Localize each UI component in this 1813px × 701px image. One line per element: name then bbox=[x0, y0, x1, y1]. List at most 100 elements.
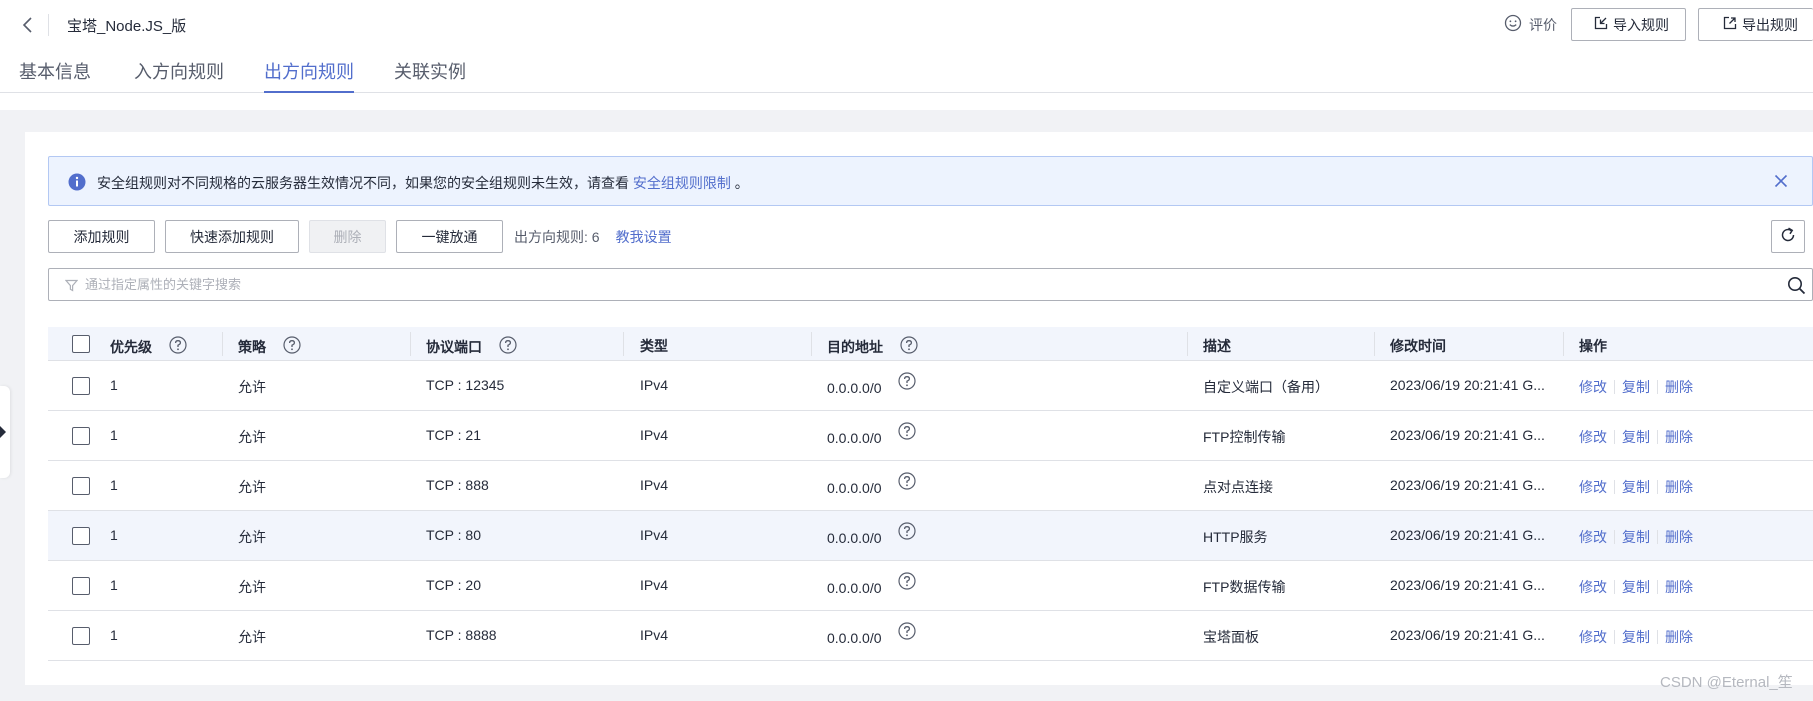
copy-link[interactable]: 复制 bbox=[1622, 627, 1650, 647]
delete-link[interactable]: 删除 bbox=[1665, 377, 1693, 397]
row-checkbox[interactable] bbox=[72, 377, 90, 395]
refresh-button[interactable] bbox=[1771, 220, 1805, 253]
table-row[interactable]: 1 允许 TCP : 20 IPv4 0.0.0.0/0 FTP数据传输 2023/06/1… bbox=[48, 561, 1813, 611]
delete-link[interactable]: 删除 bbox=[1665, 477, 1693, 497]
add-rule-button[interactable]: 添加规则 bbox=[48, 220, 155, 253]
question-icon[interactable] bbox=[898, 422, 916, 443]
cell-policy: 允许 bbox=[238, 379, 266, 395]
notice-link[interactable]: 安全组规则限制 bbox=[633, 175, 731, 191]
delete-link[interactable]: 删除 bbox=[1665, 527, 1693, 547]
edit-link[interactable]: 修改 bbox=[1579, 577, 1607, 597]
delete-link[interactable]: 删除 bbox=[1665, 577, 1693, 597]
action-divider bbox=[1614, 430, 1615, 444]
copy-link[interactable]: 复制 bbox=[1622, 477, 1650, 497]
delete-link[interactable]: 删除 bbox=[1665, 627, 1693, 647]
import-rules-button[interactable]: 导入规则 bbox=[1571, 8, 1686, 41]
header-policy-label: 策略 bbox=[238, 338, 266, 355]
action-divider bbox=[1614, 630, 1615, 644]
allow-all-button[interactable]: 一键放通 bbox=[396, 220, 503, 253]
rule-count: 出方向规则: 6 bbox=[514, 228, 600, 245]
help-link[interactable]: 教我设置 bbox=[616, 227, 672, 247]
cell-priority: 1 bbox=[110, 377, 118, 393]
quick-add-rule-button[interactable]: 快速添加规则 bbox=[165, 220, 299, 253]
edit-link[interactable]: 修改 bbox=[1579, 627, 1607, 647]
table-row[interactable]: 1 允许 TCP : 8888 IPv4 0.0.0.0/0 宝塔面板 2023/06/19… bbox=[48, 611, 1813, 661]
refresh-icon bbox=[1779, 226, 1797, 247]
cell-modified: 2023/06/19 20:21:41 G... bbox=[1390, 577, 1545, 593]
notice-text: 安全组规则对不同规格的云服务器生效情况不同，如果您的安全组规则未生效，请查看 安… bbox=[97, 173, 749, 193]
cell-policy: 允许 bbox=[238, 529, 266, 545]
cell-protocol-port: TCP : 12345 bbox=[426, 377, 505, 393]
action-divider bbox=[1614, 380, 1615, 394]
search-icon[interactable] bbox=[1787, 276, 1806, 298]
cell-modified: 2023/06/19 20:21:41 G... bbox=[1390, 377, 1545, 393]
action-divider bbox=[1657, 530, 1658, 544]
cell-destination: 0.0.0.0/0 bbox=[827, 480, 882, 496]
edit-link[interactable]: 修改 bbox=[1579, 427, 1607, 447]
table-row[interactable]: 1 允许 TCP : 80 IPv4 0.0.0.0/0 HTTP服务 2023/06/19… bbox=[48, 511, 1813, 561]
cell-description: 点对点连接 bbox=[1203, 479, 1273, 495]
question-icon[interactable] bbox=[898, 572, 916, 593]
column-divider bbox=[811, 332, 812, 356]
row-checkbox[interactable] bbox=[72, 477, 90, 495]
table-row[interactable]: 1 允许 TCP : 888 IPv4 0.0.0.0/0 点对点连接 2023/06/19… bbox=[48, 461, 1813, 511]
action-divider bbox=[1657, 580, 1658, 594]
expand-arrow-icon[interactable] bbox=[0, 426, 6, 438]
table-row[interactable]: 1 允许 TCP : 21 IPv4 0.0.0.0/0 FTP控制传输 2023/06/1… bbox=[48, 411, 1813, 461]
header-description: 描述 bbox=[1203, 338, 1231, 354]
cell-destination: 0.0.0.0/0 bbox=[827, 380, 882, 396]
edit-link[interactable]: 修改 bbox=[1579, 527, 1607, 547]
cell-priority: 1 bbox=[110, 427, 118, 443]
question-icon[interactable] bbox=[898, 522, 916, 543]
header-priority-label: 优先级 bbox=[110, 338, 152, 355]
copy-link[interactable]: 复制 bbox=[1622, 427, 1650, 447]
table-row[interactable]: 1 允许 TCP : 12345 IPv4 0.0.0.0/0 自定义端口（备用） 2023… bbox=[48, 361, 1813, 411]
row-actions: 修改 复制 删除 bbox=[1579, 627, 1693, 647]
header-destination-label: 目的地址 bbox=[827, 338, 883, 355]
rate-link[interactable]: 评价 bbox=[1504, 14, 1557, 35]
row-checkbox[interactable] bbox=[72, 527, 90, 545]
question-icon[interactable] bbox=[283, 336, 301, 357]
export-rules-button[interactable]: 导出规则 bbox=[1698, 8, 1813, 41]
toolbar: 添加规则 快速添加规则 删除 一键放通 出方向规则: 6 教我设置 bbox=[48, 220, 672, 253]
column-divider bbox=[1187, 332, 1188, 356]
smile-icon bbox=[1504, 14, 1529, 35]
close-icon[interactable] bbox=[1774, 174, 1788, 191]
cell-destination: 0.0.0.0/0 bbox=[827, 530, 882, 546]
edit-link[interactable]: 修改 bbox=[1579, 477, 1607, 497]
select-all-checkbox[interactable] bbox=[72, 335, 90, 353]
table-header: 优先级 策略 协议端口 类型 目的地址 描述 修改时间 操作 bbox=[48, 327, 1813, 361]
question-icon[interactable] bbox=[898, 622, 916, 643]
delete-link[interactable]: 删除 bbox=[1665, 427, 1693, 447]
question-icon[interactable] bbox=[898, 372, 916, 393]
row-checkbox[interactable] bbox=[72, 627, 90, 645]
edit-link[interactable]: 修改 bbox=[1579, 377, 1607, 397]
info-icon bbox=[68, 173, 86, 194]
cell-modified: 2023/06/19 20:21:41 G... bbox=[1390, 427, 1545, 443]
export-label: 导出规则 bbox=[1742, 16, 1798, 33]
tab-inbound-rules[interactable]: 入方向规则 bbox=[134, 58, 224, 93]
search-input[interactable] bbox=[85, 272, 1765, 297]
question-icon[interactable] bbox=[499, 336, 517, 357]
tab-outbound-rules[interactable]: 出方向规则 bbox=[264, 58, 354, 93]
cell-protocol-port: TCP : 80 bbox=[426, 527, 481, 543]
copy-link[interactable]: 复制 bbox=[1622, 377, 1650, 397]
copy-link[interactable]: 复制 bbox=[1622, 577, 1650, 597]
row-actions: 修改 复制 删除 bbox=[1579, 477, 1693, 497]
delete-button[interactable]: 删除 bbox=[309, 220, 386, 253]
cell-modified: 2023/06/19 20:21:41 G... bbox=[1390, 527, 1545, 543]
copy-link[interactable]: 复制 bbox=[1622, 527, 1650, 547]
cell-description: FTP控制传输 bbox=[1203, 429, 1286, 445]
cell-destination: 0.0.0.0/0 bbox=[827, 430, 882, 446]
tab-basic-info[interactable]: 基本信息 bbox=[19, 58, 91, 93]
top-actions: 评价 导入规则 导出规则 bbox=[1504, 8, 1813, 41]
question-icon[interactable] bbox=[898, 472, 916, 493]
import-label: 导入规则 bbox=[1613, 16, 1669, 33]
row-checkbox[interactable] bbox=[72, 427, 90, 445]
row-checkbox[interactable] bbox=[72, 577, 90, 595]
tab-associated-instances[interactable]: 关联实例 bbox=[394, 58, 466, 93]
question-icon[interactable] bbox=[169, 336, 187, 357]
cell-type: IPv4 bbox=[640, 577, 669, 593]
question-icon[interactable] bbox=[900, 336, 918, 357]
back-arrow-icon[interactable] bbox=[18, 15, 38, 35]
